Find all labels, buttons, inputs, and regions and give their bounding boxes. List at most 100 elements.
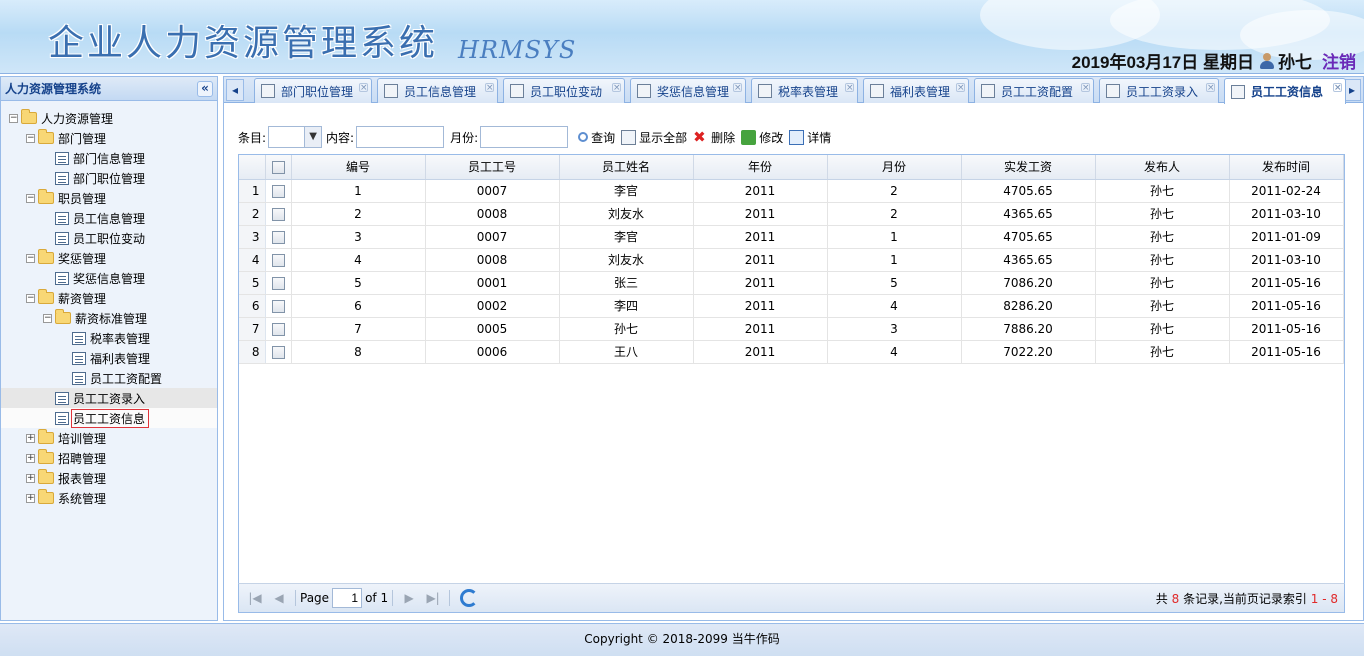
table-row[interactable]: 4 4 0008 刘友水 2011 1 4365.65 孙七 2011-03-10 <box>239 248 1344 272</box>
table-row[interactable]: 6 6 0002 李四 2011 4 8286.20 孙七 2011-05-16 <box>239 294 1344 318</box>
close-icon[interactable]: × <box>1333 83 1342 93</box>
column-header[interactable]: 发布人 <box>1095 155 1230 180</box>
folder-icon <box>38 189 54 204</box>
table-row[interactable]: 2 2 0008 刘友水 2011 2 4365.65 孙七 2011-03-10 <box>239 202 1344 226</box>
sidebar-item[interactable]: 部门职位管理 <box>1 168 217 188</box>
tab[interactable]: 税率表管理 × <box>751 78 858 103</box>
refresh-icon[interactable] <box>460 589 479 607</box>
prev-page-icon[interactable]: ◀ <box>271 590 287 606</box>
row-checkbox[interactable] <box>271 253 285 267</box>
collapse-sidebar-button[interactable]: « <box>197 80 213 97</box>
tab[interactable]: 员工工资信息 × <box>1224 78 1346 104</box>
modify-button[interactable]: 修改 <box>741 129 783 146</box>
sidebar-item[interactable]: + 招聘管理 <box>1 448 217 468</box>
column-header[interactable]: 月份 <box>827 155 962 180</box>
table-icon <box>758 84 772 98</box>
expand-node-icon[interactable]: + <box>26 493 35 503</box>
page-icon <box>72 331 86 345</box>
row-checkbox[interactable] <box>271 276 285 290</box>
sidebar-item[interactable]: − 人力资源管理 <box>1 108 217 128</box>
sidebar-item[interactable]: − 部门管理 <box>1 128 217 148</box>
tab-scroll-left-button[interactable]: ◂ <box>226 79 244 101</box>
sidebar-item[interactable]: 员工信息管理 <box>1 208 217 228</box>
tab-label: 员工工资信息 <box>1251 85 1324 99</box>
close-icon[interactable]: × <box>359 83 368 93</box>
column-header[interactable]: 编号 <box>291 155 426 180</box>
table-row[interactable]: 8 8 0006 王八 2011 4 7022.20 孙七 2011-05-16 <box>239 340 1344 364</box>
field-select[interactable]: ▼ <box>268 126 323 148</box>
collapse-node-icon[interactable]: − <box>26 253 35 263</box>
sidebar-item[interactable]: 员工工资信息 <box>1 408 217 428</box>
close-icon[interactable]: × <box>956 83 965 93</box>
sidebar-item[interactable]: + 报表管理 <box>1 468 217 488</box>
detail-button[interactable]: 详情 <box>789 129 831 146</box>
sidebar-item[interactable]: 员工工资配置 <box>1 368 217 388</box>
content-input[interactable] <box>356 126 445 148</box>
close-icon[interactable]: × <box>733 83 742 93</box>
sidebar-item[interactable]: 税率表管理 <box>1 328 217 348</box>
table-cell: 李四 <box>559 294 694 318</box>
column-header[interactable]: 员工姓名 <box>559 155 694 180</box>
table-cell: 2 <box>827 202 962 226</box>
table-row[interactable]: 1 1 0007 李官 2011 2 4705.65 孙七 2011-02-24 <box>239 179 1344 203</box>
collapse-node-icon[interactable]: − <box>26 293 35 303</box>
collapse-node-icon[interactable]: − <box>26 193 35 203</box>
tab[interactable]: 员工信息管理 × <box>377 78 498 103</box>
month-input[interactable] <box>480 126 569 148</box>
select-all-checkbox[interactable] <box>271 160 285 174</box>
sidebar-item[interactable]: 奖惩信息管理 <box>1 268 217 288</box>
tab[interactable]: 员工工资配置 × <box>974 78 1094 103</box>
row-checkbox[interactable] <box>271 184 285 198</box>
page-number-input[interactable] <box>332 588 363 608</box>
sidebar-item[interactable]: − 薪资管理 <box>1 288 217 308</box>
sidebar-item[interactable]: 员工工资录入 <box>1 388 217 408</box>
row-checkbox[interactable] <box>271 322 285 336</box>
expand-node-icon[interactable]: + <box>26 473 35 483</box>
row-checkbox[interactable] <box>271 299 285 313</box>
expand-node-icon[interactable]: + <box>26 453 35 463</box>
sidebar-item[interactable]: 福利表管理 <box>1 348 217 368</box>
search-icon <box>578 132 589 142</box>
table-row[interactable]: 5 5 0001 张三 2011 5 7086.20 孙七 2011-05-16 <box>239 271 1344 295</box>
sidebar-item[interactable]: + 系统管理 <box>1 488 217 508</box>
first-page-icon[interactable]: |◀ <box>247 590 263 606</box>
next-page-icon[interactable]: ▶ <box>401 590 417 606</box>
column-header[interactable]: 员工工号 <box>425 155 560 180</box>
show-all-button[interactable]: 显示全部 <box>621 129 687 146</box>
column-header[interactable]: 发布时间 <box>1229 155 1344 180</box>
sidebar-item[interactable]: 员工职位变动 <box>1 228 217 248</box>
expand-node-icon[interactable]: + <box>26 433 35 443</box>
tab[interactable]: 部门职位管理 × <box>254 78 372 103</box>
collapse-node-icon[interactable]: − <box>43 313 52 323</box>
table-row[interactable]: 3 3 0007 李官 2011 1 4705.65 孙七 2011-01-09 <box>239 225 1344 249</box>
record-info-middle: 条记录,当前页记录索引 <box>1183 591 1307 606</box>
sidebar-item[interactable]: 部门信息管理 <box>1 148 217 168</box>
close-icon[interactable]: × <box>1081 83 1090 93</box>
close-icon[interactable]: × <box>485 83 494 93</box>
close-icon[interactable]: × <box>612 83 621 93</box>
tab[interactable]: 员工职位变动 × <box>503 78 625 103</box>
collapse-node-icon[interactable]: − <box>26 133 35 143</box>
sidebar-item[interactable]: − 薪资标准管理 <box>1 308 217 328</box>
tab-label: 员工工资配置 <box>1001 84 1074 99</box>
tab[interactable]: 奖惩信息管理 × <box>630 78 746 103</box>
tab[interactable]: 员工工资录入 × <box>1099 78 1219 103</box>
close-icon[interactable]: × <box>1206 83 1215 93</box>
table-row[interactable]: 7 7 0005 孙七 2011 3 7886.20 孙七 2011-05-16 <box>239 317 1344 341</box>
close-icon[interactable]: × <box>845 83 854 93</box>
row-checkbox[interactable] <box>271 230 285 244</box>
sidebar-item[interactable]: − 职员管理 <box>1 188 217 208</box>
logout-link[interactable]: 注销 <box>1322 48 1356 73</box>
sidebar-item[interactable]: − 奖惩管理 <box>1 248 217 268</box>
last-page-icon[interactable]: ▶| <box>425 590 441 606</box>
delete-button[interactable]: ✖ 删除 <box>693 129 735 146</box>
sidebar-item[interactable]: + 培训管理 <box>1 428 217 448</box>
column-header[interactable]: 年份 <box>693 155 828 180</box>
tab[interactable]: 福利表管理 × <box>863 78 969 103</box>
collapse-node-icon[interactable]: − <box>9 113 18 123</box>
row-checkbox[interactable] <box>271 345 285 359</box>
chevron-down-icon[interactable]: ▼ <box>304 127 322 147</box>
row-checkbox[interactable] <box>271 207 285 221</box>
column-header[interactable]: 实发工资 <box>961 155 1096 180</box>
query-button[interactable]: 查询 <box>578 129 615 146</box>
